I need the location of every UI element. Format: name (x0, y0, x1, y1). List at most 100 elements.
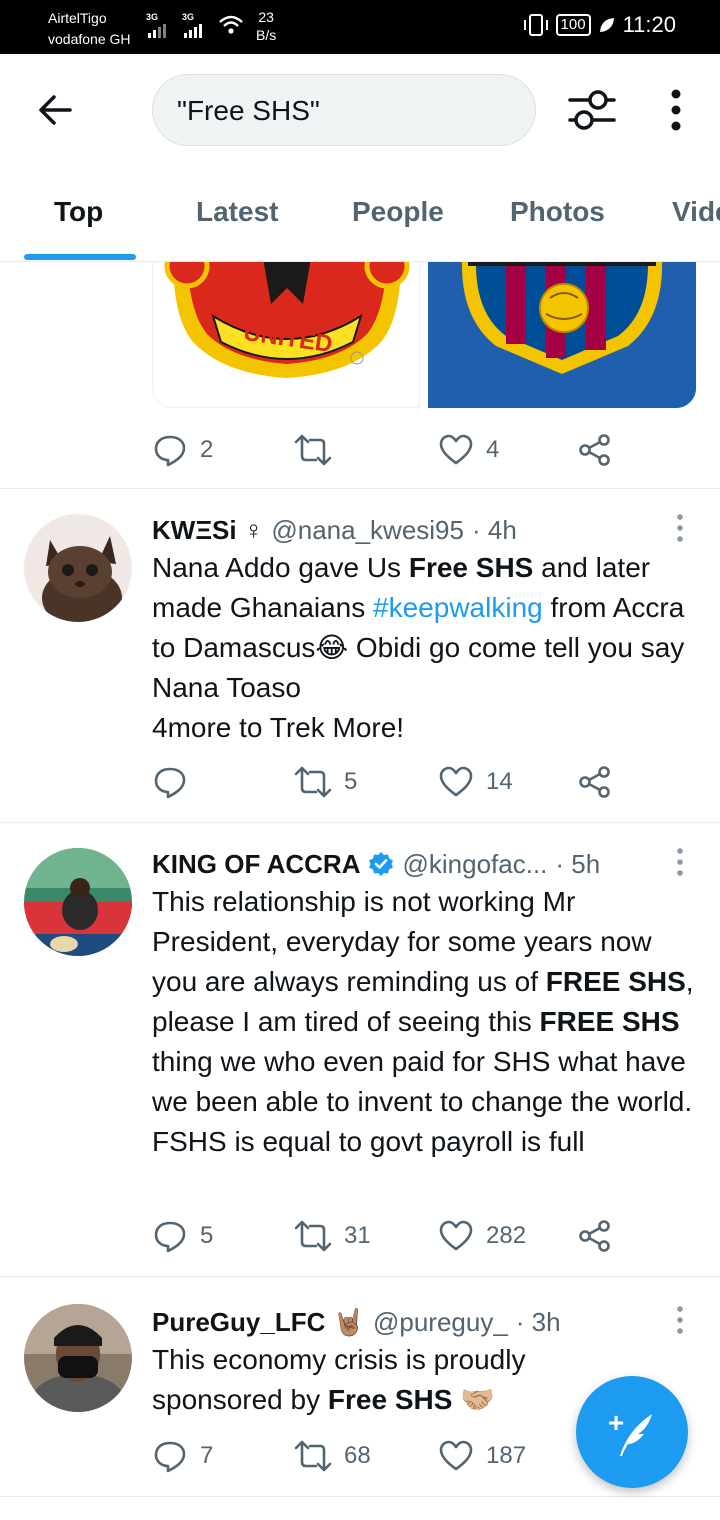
share-icon (579, 1220, 610, 1252)
reply-icon (154, 1221, 186, 1253)
search-tabs: Top Latest People Photos Videos (0, 164, 720, 262)
display-name[interactable]: PureGuy_LFC 🤘🏽 (152, 1307, 365, 1338)
heart-icon (439, 434, 473, 465)
tweet-header: KING OF ACCRA @kingofac... · 5h (152, 846, 672, 882)
retweet-count: 68 (344, 1442, 371, 1469)
tweet-menu-icon[interactable] (674, 848, 686, 876)
battery-indicator: 100 (555, 14, 591, 36)
display-name[interactable]: KING OF ACCRA (152, 849, 360, 880)
retweet-button[interactable]: 5 (294, 760, 357, 804)
share-button[interactable] (578, 1214, 612, 1258)
retweet-button[interactable]: 31 (294, 1214, 371, 1258)
masked-man-avatar-image (24, 1304, 132, 1412)
share-button[interactable] (578, 760, 612, 804)
network-speed: 23 B/s (256, 9, 277, 43)
compose-tweet-button[interactable]: + (576, 1376, 688, 1488)
retweet-count: 31 (344, 1222, 371, 1249)
active-tab-indicator (24, 254, 136, 260)
heart-icon (439, 766, 473, 797)
reply-icon (154, 435, 186, 467)
reply-icon (154, 1441, 186, 1473)
carrier-info: AirtelTigo vodafone GH (48, 8, 131, 50)
retweet-count: 5 (344, 768, 358, 795)
tweet-media[interactable]: UNITED (152, 262, 696, 408)
heart-icon (439, 1440, 473, 1471)
avatar[interactable] (24, 1304, 132, 1412)
search-input[interactable]: "Free SHS" (152, 74, 536, 146)
like-button[interactable]: 4 (438, 428, 499, 472)
tweet-menu-icon[interactable] (674, 514, 686, 542)
tab-videos[interactable]: Videos (672, 196, 720, 228)
man-on-sofa-avatar-image (24, 848, 132, 956)
reply-count: 2 (200, 436, 214, 463)
tweet-menu-icon[interactable] (674, 1306, 686, 1334)
vertical-dots-icon[interactable] (666, 88, 686, 132)
user-handle[interactable]: @pureguy_ (373, 1307, 508, 1338)
search-query: "Free SHS" (177, 95, 320, 126)
reply-button[interactable] (152, 760, 200, 804)
avatar[interactable] (24, 848, 132, 956)
tweet-header: PureGuy_LFC 🤘🏽 @pureguy_ · 3h (152, 1304, 672, 1340)
tweet-actions: 5 14 (152, 760, 632, 804)
sliders-icon[interactable] (568, 88, 616, 132)
wifi-icon (219, 15, 243, 34)
share-icon (579, 434, 610, 466)
signal-1-icon: 3G (146, 12, 166, 38)
divider (0, 822, 720, 823)
retweet-icon (294, 434, 332, 466)
club-crest-image: UNITED (164, 262, 410, 378)
hashtag-link[interactable]: #keepwalking (373, 592, 543, 623)
tab-top[interactable]: Top (54, 196, 103, 228)
tweet-feed[interactable]: UNITED 2 4 KWΞSi ♀ @nana_kwesi95 · 4h Na… (0, 262, 720, 1520)
tweet-text: This economy crisis is proudly sponsored… (152, 1344, 526, 1415)
reply-button[interactable]: 5 (152, 1214, 213, 1258)
heart-icon (439, 1220, 473, 1251)
kitten-avatar-image (24, 514, 132, 622)
divider (0, 488, 720, 489)
clock: 11:20 (622, 12, 676, 37)
carrier-1: AirtelTigo (48, 10, 107, 26)
reply-icon (154, 767, 186, 799)
retweet-icon (294, 1440, 332, 1472)
tab-latest[interactable]: Latest (196, 196, 278, 228)
reply-button[interactable]: 7 (152, 1434, 213, 1478)
avatar[interactable] (24, 514, 132, 622)
user-handle[interactable]: @kingofac... (402, 849, 547, 880)
like-count: 4 (486, 436, 500, 463)
media-image-left[interactable]: UNITED (152, 262, 420, 408)
tweet-text: Nana Addo gave Us Free SHS and later mad… (152, 552, 685, 743)
like-count: 187 (486, 1442, 527, 1469)
display-name[interactable]: KWΞSi ♀ (152, 515, 263, 546)
like-button[interactable]: 282 (438, 1214, 526, 1258)
status-right: 100 11:20 (522, 12, 676, 38)
retweet-button[interactable]: 68 (294, 1434, 371, 1478)
vibrate-icon (523, 14, 548, 36)
retweet-icon (294, 1220, 332, 1252)
verified-badge-icon (369, 852, 394, 876)
like-button[interactable]: 187 (438, 1434, 526, 1478)
reply-count: 5 (200, 1222, 214, 1249)
share-button[interactable] (578, 428, 612, 472)
tweet-actions: 2 4 (152, 428, 632, 472)
like-count: 282 (486, 1222, 527, 1249)
retweet-button[interactable] (294, 428, 344, 472)
tweet-time: · 5h (555, 848, 601, 879)
leaf-icon (599, 18, 614, 32)
like-button[interactable]: 14 (438, 760, 513, 804)
arrow-left-icon[interactable] (36, 90, 76, 130)
divider (0, 1496, 720, 1497)
tab-people[interactable]: People (352, 196, 444, 228)
like-count: 14 (486, 768, 513, 795)
tweet-time: · 4h (471, 514, 517, 545)
reply-count: 7 (200, 1442, 214, 1469)
search-header: "Free SHS" (0, 54, 720, 164)
signal-2-icon: 3G (182, 12, 202, 38)
media-image-right[interactable] (428, 262, 696, 408)
user-handle[interactable]: @nana_kwesi95 (271, 515, 464, 546)
reply-button[interactable]: 2 (152, 428, 213, 472)
tab-photos[interactable]: Photos (510, 196, 605, 228)
tweet-time: · 3h (515, 1306, 561, 1337)
status-bar: AirtelTigo vodafone GH 3G 3G 23 B/s 100 … (0, 0, 720, 54)
tweet-text: This relationship is not working Mr Pres… (152, 886, 694, 1157)
tweet-header: KWΞSi ♀ @nana_kwesi95 · 4h (152, 512, 672, 548)
